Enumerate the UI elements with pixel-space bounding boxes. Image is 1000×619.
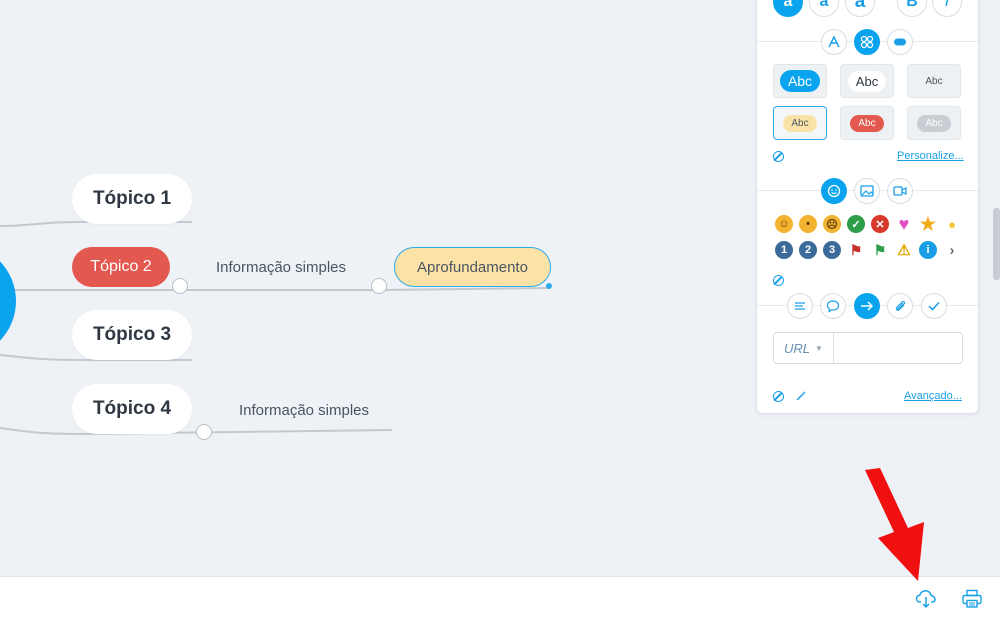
shape-pill-icon[interactable] — [887, 29, 913, 55]
style-preset-grey[interactable]: Abc — [907, 106, 961, 140]
subtopic-aprofundamento[interactable]: Aprofundamento — [394, 247, 551, 287]
topic-4[interactable]: Tópico 4 — [72, 384, 192, 434]
neutral-emoji-icon[interactable]: • — [799, 215, 817, 233]
emoji-tab-icon[interactable] — [821, 178, 847, 204]
style-preset-blue[interactable]: Abc — [773, 64, 827, 98]
topic-2[interactable]: Tópico 2 — [72, 247, 170, 287]
subtopic-collapse-toggle[interactable] — [371, 278, 387, 294]
sad-emoji-icon[interactable]: ☹ — [823, 215, 841, 233]
font-small-button[interactable]: a — [773, 0, 803, 17]
url-protocol-select[interactable]: URL ▼ — [774, 333, 834, 363]
font-medium-button[interactable]: a — [809, 0, 839, 17]
style-preset-yellow[interactable]: Abc — [773, 106, 827, 140]
download-cloud-icon[interactable] — [914, 587, 938, 611]
magic-wand-icon[interactable] — [795, 389, 807, 401]
style-preset-plain[interactable]: Abc — [907, 64, 961, 98]
italic-button[interactable]: I — [932, 0, 962, 17]
smile-emoji-icon[interactable]: ☺ — [775, 215, 793, 233]
number-2-icon[interactable]: 2 — [799, 241, 817, 259]
bold-button[interactable]: B — [897, 0, 927, 17]
heart-icon[interactable]: ♥ — [895, 214, 913, 234]
number-3-icon[interactable]: 3 — [823, 241, 841, 259]
red-arrow-annotation — [865, 468, 924, 581]
style-preset-white[interactable]: Abc — [840, 64, 894, 98]
attachment-icon[interactable] — [887, 293, 913, 319]
task-check-icon[interactable] — [921, 293, 947, 319]
advanced-link[interactable]: Avançado... — [904, 390, 962, 402]
customize-link[interactable]: Personalize... — [897, 150, 964, 162]
url-input[interactable] — [836, 333, 962, 363]
url-protocol-label: URL — [784, 340, 811, 356]
image-tab-icon[interactable] — [854, 178, 880, 204]
vertical-scrollbar[interactable] — [993, 208, 1000, 280]
check-emoji-icon[interactable]: ✓ — [847, 215, 865, 233]
comment-icon[interactable] — [820, 293, 846, 319]
video-tab-icon[interactable] — [887, 178, 913, 204]
clear-style-icon[interactable] — [773, 151, 784, 162]
clear-link-icon[interactable] — [773, 391, 784, 402]
bottom-toolbar — [0, 576, 1000, 619]
mindmap-canvas[interactable]: Tópico 1 Tópico 2 Informação simples Apr… — [0, 0, 1000, 576]
topic-3[interactable]: Tópico 3 — [72, 310, 192, 360]
more-icons-chevron-icon[interactable]: › — [943, 241, 961, 259]
topic-2-collapse-toggle[interactable] — [172, 278, 188, 294]
caret-down-icon: ▼ — [815, 343, 823, 353]
star-icon[interactable]: ★ — [919, 214, 937, 234]
font-large-button[interactable]: a — [845, 0, 875, 17]
note-icon[interactable] — [787, 293, 813, 319]
branch-style-icon[interactable] — [821, 29, 847, 55]
url-input-group: URL ▼ — [773, 332, 963, 364]
red-flag-icon[interactable]: ⚑ — [847, 241, 865, 259]
resize-handle[interactable] — [546, 283, 552, 289]
topic-4-collapse-toggle[interactable] — [196, 424, 212, 440]
printer-icon[interactable] — [960, 587, 984, 611]
cross-emoji-icon[interactable]: ✕ — [871, 215, 889, 233]
clear-icon-icon[interactable] — [773, 275, 784, 286]
subtopic-informacao-simples-4[interactable]: Informação simples — [228, 399, 380, 421]
style-preset-red[interactable]: Abc — [840, 106, 894, 140]
number-1-icon[interactable]: 1 — [775, 241, 793, 259]
format-panel: a a a B I Abc Abc Abc Abc Abc Abc Person… — [756, 0, 979, 414]
link-arrow-icon[interactable] — [854, 293, 880, 319]
info-icon[interactable]: i — [919, 241, 937, 259]
layout-nodes-icon[interactable] — [854, 29, 880, 55]
lightbulb-icon[interactable]: ● — [943, 215, 961, 233]
warning-icon[interactable]: ⚠ — [895, 241, 913, 259]
topic-1[interactable]: Tópico 1 — [72, 174, 192, 224]
subtopic-informacao-simples-2[interactable]: Informação simples — [205, 256, 357, 278]
green-flag-icon[interactable]: ⚑ — [871, 241, 889, 259]
